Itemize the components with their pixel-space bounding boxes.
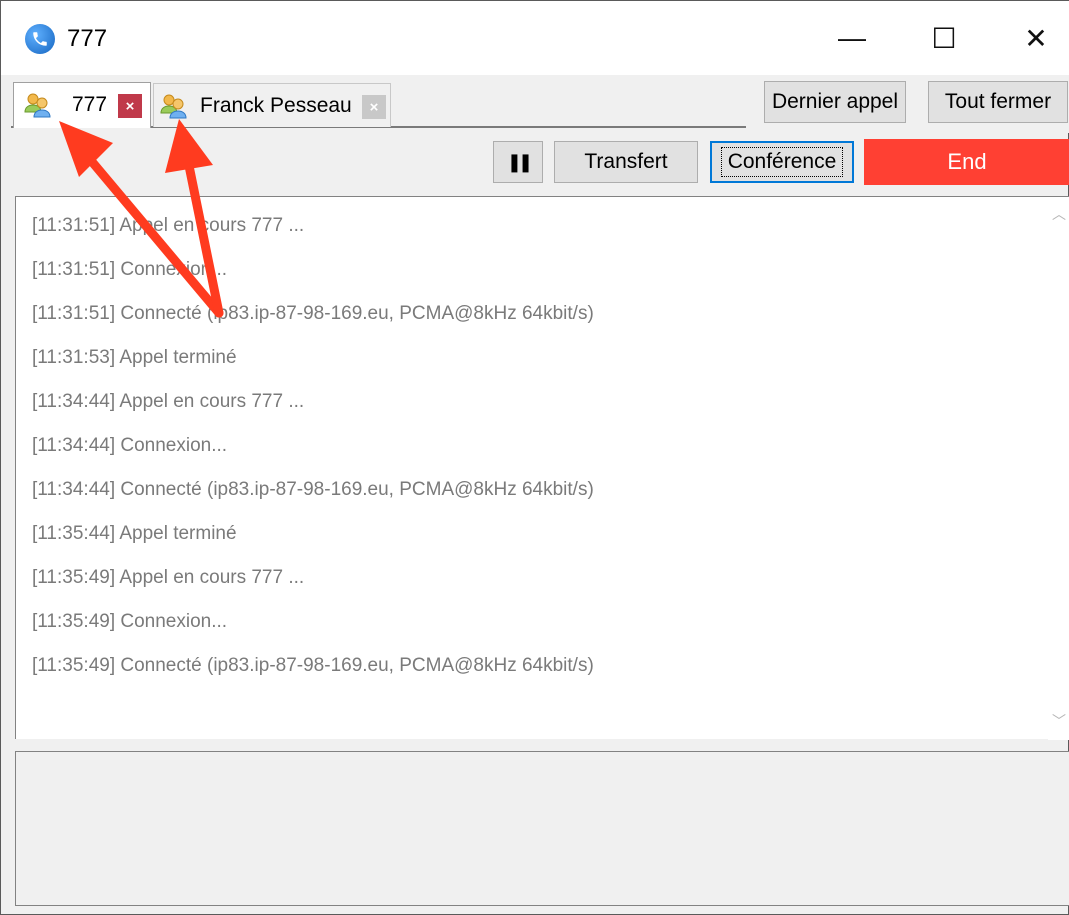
tab-close-button[interactable]: × xyxy=(362,95,386,119)
users-icon xyxy=(160,94,187,119)
tab-franck-pesseau[interactable]: Franck Pesseau × xyxy=(153,83,391,127)
log-line: [11:34:44] Connecté (ip83.ip-87-98-169.e… xyxy=(32,479,594,500)
users-icon xyxy=(24,93,51,118)
log-line: [11:31:51] Connecté (ip83.ip-87-98-169.e… xyxy=(32,303,594,324)
maximize-button[interactable]: ☐ xyxy=(898,1,990,75)
title-bar: 777 — ☐ ✕ xyxy=(1,1,1069,75)
log-line: [11:34:44] Connexion... xyxy=(32,435,228,456)
transfer-button[interactable]: Transfert xyxy=(554,141,698,183)
log-line: [11:35:49] Appel en cours 777 ... xyxy=(32,567,305,588)
last-call-button[interactable]: Dernier appel xyxy=(764,81,906,123)
pause-button[interactable]: ❚❚ xyxy=(493,141,543,183)
tab-close-button[interactable]: × xyxy=(118,94,142,118)
message-input[interactable] xyxy=(15,751,1069,906)
log-line: [11:35:49] Connecté (ip83.ip-87-98-169.e… xyxy=(32,655,594,676)
scroll-up-icon[interactable]: ︿ xyxy=(1052,207,1066,221)
log-line: [11:31:53] Appel terminé xyxy=(32,347,237,368)
log-line: [11:31:51] Connexion... xyxy=(32,259,228,280)
close-window-button[interactable]: ✕ xyxy=(990,1,1069,75)
log-line: [11:31:51] Appel en cours 777 ... xyxy=(32,215,305,236)
log-line: [11:34:44] Appel en cours 777 ... xyxy=(32,391,305,412)
log-scrollbar[interactable]: ︿ ﹀ xyxy=(1048,197,1069,740)
phone-app-icon xyxy=(25,24,55,54)
pause-icon: ❚❚ xyxy=(506,151,533,172)
tab-row: 777 × Franck Pesseau × xyxy=(1,75,1069,133)
tab-777[interactable]: 777 × xyxy=(13,82,151,128)
call-window: 777 — ☐ ✕ 777 × Franck Pesseau × Dernier… xyxy=(0,0,1069,915)
minimize-button[interactable]: — xyxy=(806,1,898,75)
log-line: [11:35:44] Appel terminé xyxy=(32,523,237,544)
scroll-down-icon[interactable]: ﹀ xyxy=(1052,714,1066,728)
call-log[interactable]: [11:31:51] Appel en cours 777 ... [11:31… xyxy=(15,196,1069,740)
close-all-button[interactable]: Tout fermer xyxy=(928,81,1068,123)
log-line: [11:35:49] Connexion... xyxy=(32,611,228,632)
tab-label: 777 xyxy=(72,93,108,116)
end-call-button[interactable]: End xyxy=(864,139,1069,185)
tab-label: Franck Pesseau xyxy=(200,94,352,117)
window-title: 777 xyxy=(67,25,108,52)
conference-button[interactable]: Conférence xyxy=(710,141,854,183)
conference-label: Conférence xyxy=(720,147,844,177)
